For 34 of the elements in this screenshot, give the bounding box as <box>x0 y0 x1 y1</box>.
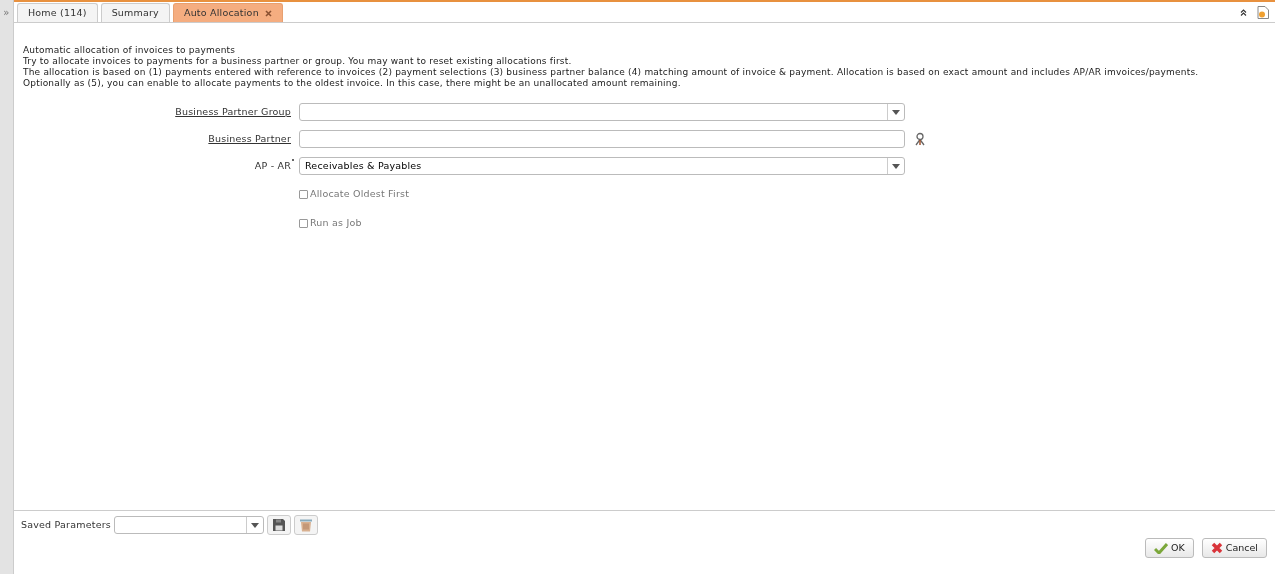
dropdown-icon[interactable] <box>249 521 260 529</box>
dropdown-icon[interactable] <box>891 162 901 170</box>
dropdown-icon[interactable] <box>891 108 901 116</box>
description-text: Automatic allocation of invoices to payments <box>23 45 237 56</box>
close-icon <box>1210 542 1223 554</box>
input-field[interactable] <box>299 130 905 148</box>
tab[interactable]: Home (114) <box>17 3 98 22</box>
field-link[interactable]: Business Partner <box>208 131 291 147</box>
checkbox[interactable] <box>299 189 308 199</box>
description-text: Optionally as (5), you can enable to allocate payments to the oldest invoice. In this case, there might be an unallocated amount remaining. <box>23 78 682 89</box>
ok-button[interactable]: OK <box>1145 538 1194 558</box>
cancel-button[interactable]: Cancel <box>1201 538 1267 558</box>
trash-icon <box>298 518 313 532</box>
dropdown-field[interactable] <box>299 103 905 121</box>
close-icon[interactable] <box>264 9 272 17</box>
tab[interactable]: Auto Allocation <box>172 3 283 22</box>
description-text: Try to allocate invoices to payments for a business partner or group. You may want to reset existing allocations first. <box>23 56 573 67</box>
expand-toggle[interactable]: » <box>0 0 13 20</box>
checkbox-label: Run as Job <box>310 215 362 230</box>
dropdown-field[interactable]: Receivables & Payables <box>299 157 905 175</box>
field-link[interactable]: Business Partner Group <box>175 104 291 120</box>
dropdown-field[interactable] <box>113 516 264 534</box>
field-label: Saved Parameters <box>21 517 111 532</box>
checkmark-icon <box>1154 542 1169 554</box>
collapse-icon[interactable] <box>1240 8 1247 16</box>
save-button[interactable] <box>266 515 291 535</box>
description-text: The allocation is based on (1) payments entered with reference to invoices (2) payment selections (3) business partner balance (4) matching amount of invoice & payment. Allocation is based on exact amount and includes AP/AR imvoices/payments. <box>23 67 1200 78</box>
document-icon[interactable] <box>1257 5 1269 19</box>
tab[interactable]: Summary <box>100 3 170 22</box>
checkbox[interactable] <box>299 218 308 228</box>
person-icon[interactable] <box>913 132 927 146</box>
save-icon <box>271 518 286 532</box>
field-label: AP - AR <box>254 158 291 174</box>
checkbox-label: Allocate Oldest First <box>310 186 410 201</box>
